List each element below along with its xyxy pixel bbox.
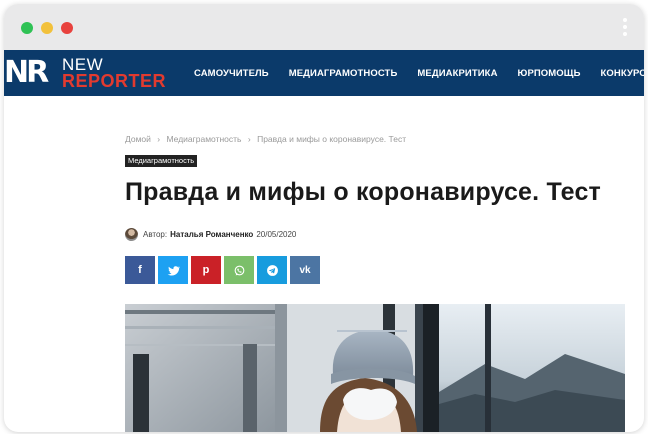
vk-share-button[interactable]: vk — [290, 256, 320, 284]
kebab-menu-icon[interactable] — [622, 18, 628, 38]
window-close-button[interactable] — [61, 22, 73, 34]
menu-item-konkurs[interactable]: КОНКУРС — [601, 68, 644, 79]
pinterest-share-button[interactable]: p — [191, 256, 221, 284]
twitter-icon — [167, 265, 180, 276]
main-menu: САМОУЧИТЕЛЬ МЕДИАГРАМОТНОСТЬ МЕДИАКРИТИК… — [194, 50, 644, 96]
vk-icon: vk — [299, 264, 311, 276]
breadcrumb: Домой › Медиаграмотность › Правда и мифы… — [125, 134, 410, 144]
article-date: 20/05/2020 — [256, 229, 297, 239]
breadcrumb-separator: › — [247, 134, 251, 144]
pinterest-icon: p — [202, 264, 210, 276]
whatsapp-share-button[interactable] — [224, 256, 254, 284]
article-title: Правда и мифы о коронавирусе. Тест — [125, 178, 602, 206]
author-prefix: Автор: — [143, 229, 168, 239]
menu-item-samouchitel[interactable]: САМОУЧИТЕЛЬ — [194, 68, 269, 79]
breadcrumb-home[interactable]: Домой — [125, 134, 151, 144]
facebook-share-button[interactable]: f — [125, 256, 155, 284]
logo-mark: NR — [4, 55, 49, 90]
category-badge[interactable]: Медиаграмотность — [125, 155, 198, 167]
article-byline: Автор: Наталья Романченко 20/05/2020 — [125, 227, 296, 241]
hero-photo-illustration — [125, 304, 625, 432]
browser-window: NR NEW REPORTER САМОУЧИТЕЛЬ МЕДИАГРАМОТН… — [4, 4, 644, 432]
menu-item-yurpomosch[interactable]: ЮРПОМОЩЬ — [518, 68, 581, 79]
article-content: Домой › Медиаграмотность › Правда и мифы… — [125, 96, 625, 432]
logo-reporter-text: REPORTER — [62, 71, 167, 91]
menu-item-mediakritika[interactable]: МЕДИАКРИТИКА — [417, 68, 497, 79]
breadcrumb-category[interactable]: Медиаграмотность — [167, 134, 242, 144]
window-maximize-button[interactable] — [21, 22, 33, 34]
breadcrumb-current: Правда и мифы о коронавирусе. Тест — [257, 134, 407, 144]
menu-item-mediagramotnost[interactable]: МЕДИАГРАМОТНОСТЬ — [289, 68, 398, 79]
author-name[interactable]: Наталья Романченко — [170, 230, 253, 239]
woman-in-mask-on-train-image — [125, 304, 625, 432]
site-navbar: NR NEW REPORTER САМОУЧИТЕЛЬ МЕДИАГРАМОТН… — [4, 50, 644, 96]
whatsapp-icon — [234, 265, 244, 275]
site-logo[interactable]: NR NEW REPORTER — [4, 54, 167, 92]
share-buttons: f p vk — [125, 256, 323, 284]
window-minimize-button[interactable] — [41, 22, 53, 34]
twitter-share-button[interactable] — [158, 256, 188, 284]
title-bar — [4, 4, 644, 50]
telegram-share-button[interactable] — [257, 256, 287, 284]
breadcrumb-separator: › — [157, 134, 161, 144]
telegram-icon — [266, 264, 278, 276]
author-avatar — [125, 227, 138, 241]
facebook-icon: f — [138, 264, 142, 276]
